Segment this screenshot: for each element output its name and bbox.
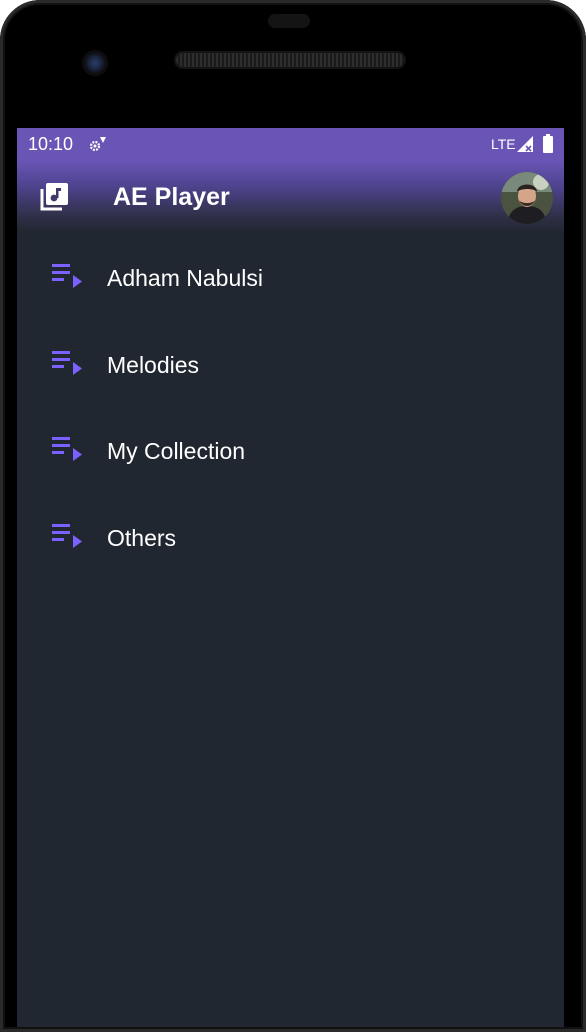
status-bar: 10:10 LTE xyxy=(17,128,564,160)
status-time: 10:10 xyxy=(28,134,74,154)
battery-icon xyxy=(543,134,553,153)
earpiece-speaker xyxy=(176,53,404,67)
playlist-item-adham-nabulsi[interactable]: Adham Nabulsi xyxy=(17,232,564,319)
phone-frame: 10:10 LTE AE Player Adham Nabulsi Melodi… xyxy=(0,0,586,1032)
app-bar: AE Player xyxy=(17,160,564,232)
playlist-play-icon xyxy=(52,523,82,548)
network-type: LTE xyxy=(491,136,516,152)
gear-icon xyxy=(89,137,106,152)
playlist-label: My Collection xyxy=(107,438,246,464)
phone-top-slit xyxy=(268,14,310,28)
playlist-item-melodies[interactable]: Melodies xyxy=(17,319,564,406)
front-camera xyxy=(82,50,108,76)
playlist-list: Adham Nabulsi Melodies My Collection Oth… xyxy=(17,232,564,578)
playlist-label: Adham Nabulsi xyxy=(107,265,263,291)
avatar[interactable] xyxy=(501,172,553,224)
signal-icon xyxy=(517,136,533,152)
app-title: AE Player xyxy=(113,183,230,211)
playlist-label: Melodies xyxy=(107,351,200,378)
playlist-item-others[interactable]: Others xyxy=(17,492,564,579)
avatar-image xyxy=(501,172,553,224)
playlist-play-icon xyxy=(52,350,82,375)
playlist-item-my-collection[interactable]: My Collection xyxy=(17,405,564,492)
music-library-icon[interactable] xyxy=(39,182,69,212)
playlist-play-icon xyxy=(52,264,82,288)
playlist-label: Others xyxy=(107,524,177,551)
app-screen: 10:10 LTE AE Player Adham Nabulsi Melodi… xyxy=(17,128,564,1032)
playlist-play-icon xyxy=(52,437,82,461)
